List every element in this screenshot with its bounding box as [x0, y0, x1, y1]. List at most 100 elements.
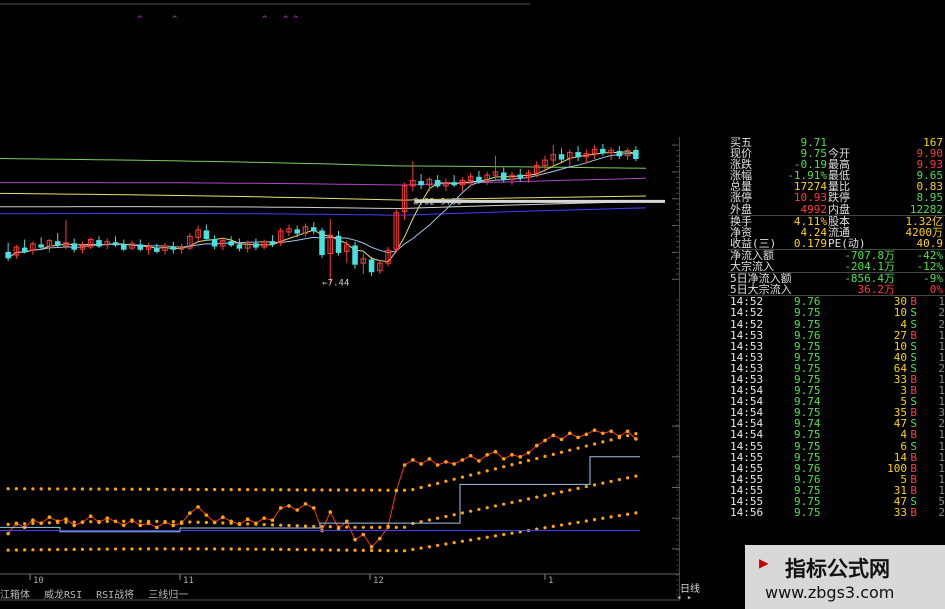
upper-channel-dot — [361, 488, 365, 492]
lower-channel-dot — [130, 547, 134, 551]
tick-row[interactable]: 14:55 9.75 6 S 1 — [728, 439, 945, 453]
upper-channel-dot — [592, 442, 597, 446]
candle-body — [236, 244, 243, 249]
rsi-price-dot — [510, 452, 514, 457]
upper-channel-dot — [97, 487, 101, 491]
rsi-price-dot — [444, 460, 448, 464]
tick-count: 1 — [938, 439, 945, 453]
tick-row[interactable]: 14:52 9.75 4 S 2 — [728, 318, 945, 329]
lower-channel-dot — [312, 548, 316, 552]
middle-channel-dot — [617, 478, 621, 482]
lower-channel-dot — [246, 547, 250, 551]
middle-channel-dot — [477, 507, 481, 512]
lower-channel-dot — [485, 535, 489, 539]
lower-channel-dot — [188, 547, 192, 551]
upper-channel-dot — [221, 487, 225, 492]
rsi-price-dot — [72, 523, 77, 528]
lower-channel-dot — [411, 547, 415, 552]
rsi-price-dot — [386, 524, 390, 529]
upper-channel-dot — [353, 488, 357, 492]
tick-row[interactable]: 14:52 9.75 10 S 2 — [728, 307, 945, 318]
rsi-price-dot — [113, 519, 118, 524]
quote-value: 0.179 — [793, 236, 827, 250]
lower-channel-dot — [229, 547, 233, 551]
upper-channel-dot — [543, 454, 547, 459]
header-marker: ^ — [293, 15, 299, 25]
lower-channel-dot — [47, 548, 52, 552]
quote-value-right: 12282 — [909, 202, 943, 216]
candle-body — [310, 227, 317, 232]
middle-channel-dot — [493, 504, 498, 508]
middle-channel-dot — [559, 490, 564, 494]
middle-channel-dot — [246, 522, 250, 526]
upper-channel-dot — [345, 488, 349, 492]
candle-body — [294, 229, 300, 234]
tick-price: 9.75 — [794, 428, 821, 442]
tab-indicator-sanxian[interactable]: 三线归一 — [148, 590, 188, 601]
ma-60-line — [0, 192, 647, 201]
lower-channel-dot — [72, 547, 76, 551]
tick-side: S — [910, 439, 917, 453]
logo-icon: ▶ — [759, 553, 769, 572]
tick-row[interactable]: 14:54 9.75 4 B 1 — [728, 429, 945, 440]
upper-channel-dot — [179, 487, 184, 491]
lower-channel-dot — [609, 515, 613, 519]
upper-channel-dot — [320, 488, 324, 492]
rsi-price-dot — [353, 537, 357, 542]
upper-channel-dot — [47, 487, 52, 491]
candle-body — [575, 152, 581, 158]
rsi-price-dot — [295, 508, 300, 512]
upper-channel-dot — [510, 463, 514, 467]
middle-channel-dot — [535, 495, 539, 499]
upper-channel-dot — [204, 487, 208, 492]
candle-body — [71, 243, 77, 250]
rsi-price-dot — [179, 521, 184, 526]
candle-body — [211, 239, 218, 247]
kline-chart-area[interactable]: 10.009.509.008.508.007.5010.009.509.008.… — [0, 0, 680, 609]
tick-list[interactable]: 14:52 9.76 30 B 1 14:52 9.75 10 S 2 14:52 9.75 4 S 2 14… — [728, 295, 945, 518]
lower-channel-dot — [237, 547, 242, 551]
candle-body — [253, 243, 259, 248]
candle-body — [170, 246, 177, 250]
flow-value: -204.1万 — [844, 260, 895, 274]
lower-channel-dot — [270, 547, 275, 551]
tick-volume: 6 — [900, 439, 907, 453]
rsi-price-dot — [460, 458, 465, 462]
tick-count: 1 — [938, 428, 945, 442]
middle-channel-dot — [6, 522, 10, 526]
watermark-title: 指标公式网 — [785, 557, 890, 581]
middle-channel-dot — [469, 509, 473, 513]
rsi-price-dot — [105, 516, 110, 520]
quote-row-fundamental: 收益(三) 0.179 PE(动) 40.9 — [728, 238, 945, 249]
rsi-price-dot — [278, 506, 283, 510]
middle-channel-dot — [485, 506, 489, 510]
candle-body — [319, 230, 325, 256]
lower-channel-dot — [56, 547, 60, 552]
lower-channel-dot — [146, 547, 151, 551]
rsi-price-dot — [229, 519, 233, 524]
upper-channel-dot — [312, 488, 316, 492]
quote-value: 4992 — [800, 202, 828, 216]
kline-chart-svg[interactable]: 10.009.509.008.508.007.5010.009.509.008.… — [0, 0, 680, 609]
rsi-price-dot — [592, 428, 597, 433]
ma-250-line — [0, 158, 647, 169]
lower-channel-dot — [179, 547, 184, 551]
rsi-price-dot — [6, 531, 10, 536]
middle-channel-dot — [460, 511, 465, 515]
scroll-arrows[interactable]: ◂ ▸ — [676, 593, 692, 603]
middle-channel-dot — [402, 525, 407, 529]
upper-channel-dot — [378, 488, 382, 492]
middle-channel-dot — [287, 523, 291, 528]
tab-indicator-rsi-zhanjiang[interactable]: RSI战将 — [96, 590, 134, 601]
middle-channel-dot — [188, 520, 192, 524]
rsi-price-dot — [121, 523, 126, 528]
lower-channel-dot — [469, 538, 473, 542]
upper-channel-dot — [559, 450, 564, 454]
upper-channel-dot — [6, 487, 10, 491]
upper-channel-dot — [568, 448, 572, 452]
tab-indicator-weilong-rsi[interactable]: 威龙RSI — [44, 590, 82, 601]
tab-indicator-box[interactable]: 江箱体 — [0, 590, 30, 601]
tick-row[interactable]: 14:56 9.75 33 B 2 — [728, 507, 945, 518]
rsi-price-dot — [97, 520, 101, 525]
quote-label-right: 跌停 — [828, 191, 850, 205]
